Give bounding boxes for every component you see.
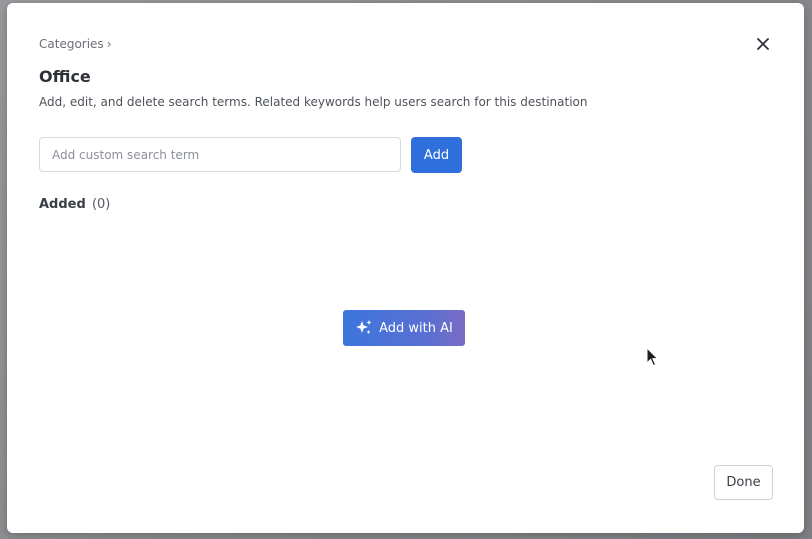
added-terms-header: Added (0) [39, 197, 110, 212]
added-terms-label: Added [39, 197, 86, 212]
breadcrumb: Categories › [39, 37, 112, 51]
search-terms-dialog: Categories › Office Add, edit, and delete… [7, 3, 804, 533]
done-button[interactable]: Done [714, 465, 773, 500]
sparkle-icon [356, 320, 372, 334]
dialog-description: Add, edit, and delete search terms. Rela… [39, 95, 588, 109]
add-with-ai-label: Add with AI [379, 320, 453, 336]
added-terms-count: (0) [91, 197, 111, 212]
add-with-ai-button[interactable]: Add with AI [343, 310, 465, 346]
dialog-title: Office [39, 67, 91, 86]
close-button[interactable] [752, 33, 774, 55]
close-icon [757, 38, 769, 50]
add-term-button[interactable]: Add [411, 137, 462, 173]
custom-search-term-input[interactable] [39, 137, 401, 172]
breadcrumb-separator: › [106, 37, 112, 51]
breadcrumb-categories-link[interactable]: Categories [39, 37, 104, 51]
mouse-pointer-icon [646, 347, 659, 367]
